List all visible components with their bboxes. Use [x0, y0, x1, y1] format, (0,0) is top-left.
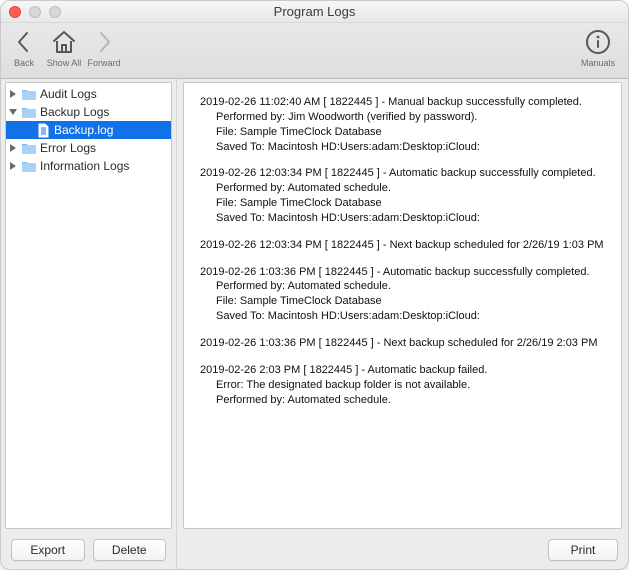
- close-window-button[interactable]: [9, 6, 21, 18]
- window: Program Logs Back Show All: [0, 0, 629, 570]
- log-entry-line: Saved To: Macintosh HD:Users:adam:Deskto…: [208, 211, 611, 226]
- disclosure-right-icon[interactable]: [8, 90, 18, 98]
- log-text-view[interactable]: 2019-02-26 11:02:40 AM [ 1822445 ] - Man…: [183, 82, 622, 529]
- log-entry-header: 2019-02-26 11:02:40 AM [ 1822445 ] - Man…: [208, 95, 611, 110]
- log-entry-line: Saved To: Macintosh HD:Users:adam:Deskto…: [208, 309, 611, 324]
- minimize-window-button[interactable]: [29, 6, 41, 18]
- main-panel: 2019-02-26 11:02:40 AM [ 1822445 ] - Man…: [177, 79, 628, 569]
- manuals-label: Manuals: [581, 58, 615, 68]
- chevron-right-icon: [95, 27, 113, 57]
- folder-icon: [21, 140, 37, 156]
- tree-node-label: Audit Logs: [40, 87, 97, 101]
- tree-node-error-logs[interactable]: Error Logs: [6, 139, 171, 157]
- print-button[interactable]: Print: [548, 539, 618, 561]
- folder-icon: [21, 86, 37, 102]
- manuals-button[interactable]: Manuals: [576, 27, 620, 68]
- log-entry: 2019-02-26 12:03:34 PM [ 1822445 ] - Nex…: [208, 238, 611, 253]
- zoom-window-button[interactable]: [49, 6, 61, 18]
- folder-icon: [21, 158, 37, 174]
- log-entry-line: Performed by: Automated schedule.: [208, 279, 611, 294]
- back-label: Back: [14, 58, 34, 68]
- window-title: Program Logs: [1, 4, 628, 19]
- log-entry: 2019-02-26 1:03:36 PM [ 1822445 ] - Auto…: [208, 265, 611, 324]
- content-area: Audit Logs Backup Logs ▸: [1, 79, 628, 569]
- log-entry-line: File: Sample TimeClock Database: [208, 125, 611, 140]
- nav-group: Back Show All Forward: [9, 27, 119, 68]
- sidebar: Audit Logs Backup Logs ▸: [1, 79, 177, 569]
- log-entry-line: Error: The designated backup folder is n…: [208, 378, 611, 393]
- log-tree[interactable]: Audit Logs Backup Logs ▸: [5, 82, 172, 529]
- log-entry: 2019-02-26 12:03:34 PM [ 1822445 ] - Aut…: [208, 166, 611, 225]
- tree-node-information-logs[interactable]: Information Logs: [6, 157, 171, 175]
- tree-node-label: Backup.log: [54, 123, 113, 137]
- window-controls: [9, 6, 61, 18]
- toolbar: Back Show All Forward: [1, 23, 628, 79]
- log-entry-header: 2019-02-26 2:03 PM [ 1822445 ] - Automat…: [208, 363, 611, 378]
- forward-label: Forward: [88, 58, 121, 68]
- home-icon: [50, 27, 78, 57]
- chevron-left-icon: [15, 27, 33, 57]
- titlebar: Program Logs: [1, 1, 628, 23]
- info-circle-icon: [585, 27, 611, 57]
- file-icon: [35, 122, 51, 138]
- show-all-label: Show All: [47, 58, 82, 68]
- log-entry-header: 2019-02-26 12:03:34 PM [ 1822445 ] - Aut…: [208, 166, 611, 181]
- log-entry-line: Performed by: Jim Woodworth (verified by…: [208, 110, 611, 125]
- log-entry-line: Performed by: Automated schedule.: [208, 393, 611, 408]
- log-entry-line: File: Sample TimeClock Database: [208, 196, 611, 211]
- sidebar-buttons: Export Delete: [5, 529, 172, 569]
- log-entry-header: 2019-02-26 1:03:36 PM [ 1822445 ] - Auto…: [208, 265, 611, 280]
- tree-node-backup-log-file[interactable]: ▸ Backup.log: [6, 121, 171, 139]
- tree-node-label: Error Logs: [40, 141, 96, 155]
- log-entry: 2019-02-26 1:03:36 PM [ 1822445 ] - Next…: [208, 336, 611, 351]
- main-buttons: Print: [183, 529, 622, 561]
- tree-node-label: Backup Logs: [40, 105, 109, 119]
- back-button[interactable]: Back: [9, 27, 39, 68]
- log-entry: 2019-02-26 2:03 PM [ 1822445 ] - Automat…: [208, 363, 611, 408]
- show-all-button[interactable]: Show All: [43, 27, 85, 68]
- log-entry-line: Performed by: Automated schedule.: [208, 181, 611, 196]
- tree-node-audit-logs[interactable]: Audit Logs: [6, 85, 171, 103]
- log-entry: 2019-02-26 11:02:40 AM [ 1822445 ] - Man…: [208, 95, 611, 154]
- disclosure-right-icon[interactable]: [8, 162, 18, 170]
- disclosure-right-icon[interactable]: [8, 144, 18, 152]
- log-entry-header: 2019-02-26 1:03:36 PM [ 1822445 ] - Next…: [208, 336, 611, 351]
- folder-icon: [21, 104, 37, 120]
- forward-button[interactable]: Forward: [89, 27, 119, 68]
- log-entry-line: Saved To: Macintosh HD:Users:adam:Deskto…: [208, 140, 611, 155]
- disclosure-down-icon[interactable]: [8, 108, 18, 116]
- export-button[interactable]: Export: [11, 539, 85, 561]
- tree-node-label: Information Logs: [40, 159, 129, 173]
- tree-node-backup-logs[interactable]: Backup Logs: [6, 103, 171, 121]
- log-entry-line: File: Sample TimeClock Database: [208, 294, 611, 309]
- log-entry-header: 2019-02-26 12:03:34 PM [ 1822445 ] - Nex…: [208, 238, 611, 253]
- delete-button[interactable]: Delete: [93, 539, 167, 561]
